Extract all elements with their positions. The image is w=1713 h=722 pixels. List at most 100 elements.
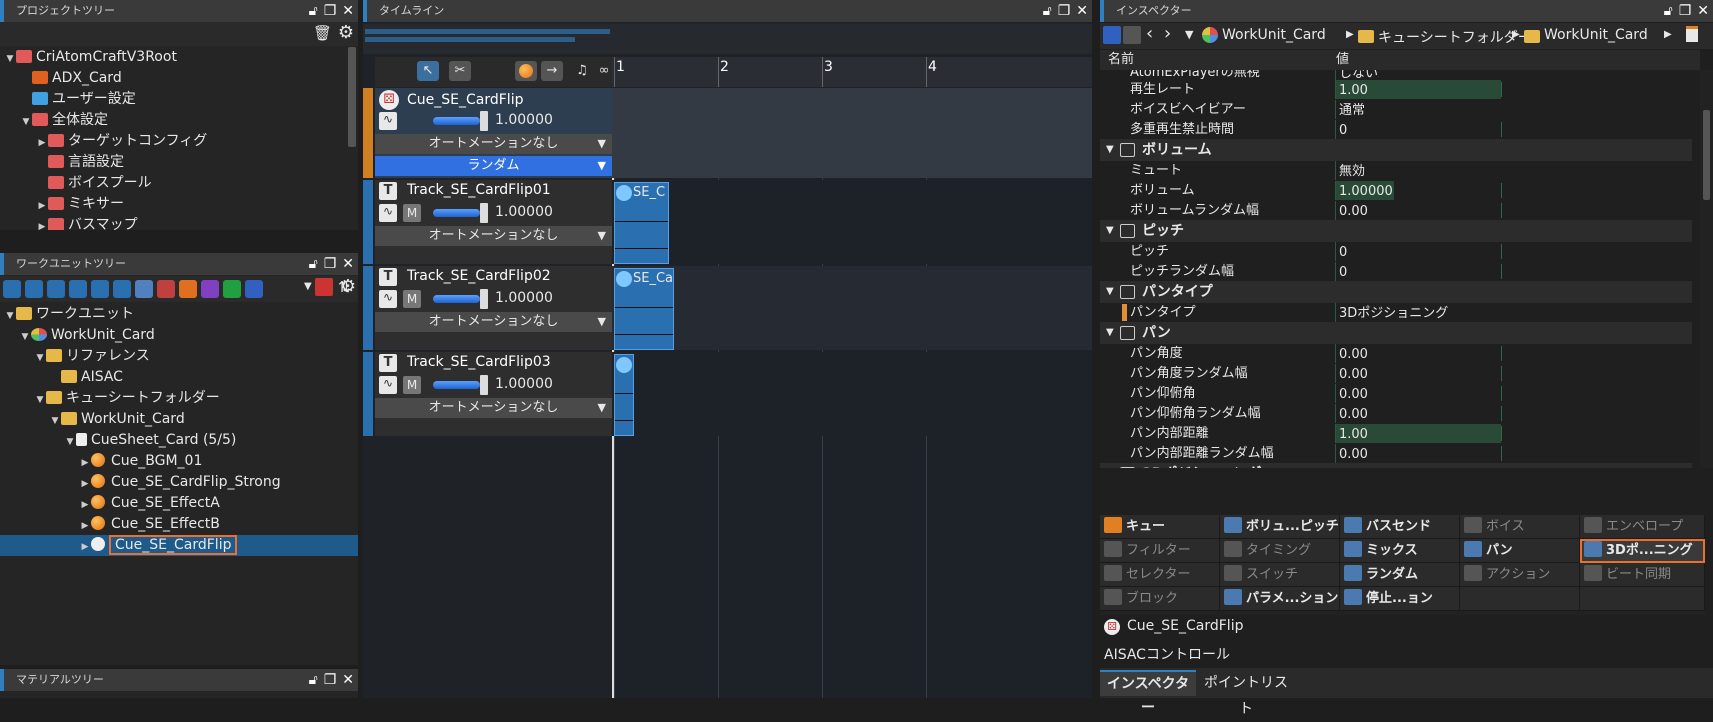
waveform-clip[interactable]: SE_Ca: [614, 268, 674, 350]
split-tool-icon[interactable]: ✂: [449, 61, 471, 81]
property-row[interactable]: ピッチランダム幅 0: [1100, 261, 1692, 282]
tree-item[interactable]: ▶ Cue_SE_EffectA: [0, 493, 358, 514]
expand-toggle-icon[interactable]: ▼: [20, 112, 32, 133]
property-row[interactable]: パン仰俯角ランダム幅 0.00: [1100, 403, 1692, 424]
property-row[interactable]: ボリュームランダム幅 0.00: [1100, 200, 1692, 221]
gear-icon[interactable]: ⚙︎: [338, 22, 354, 43]
property-row[interactable]: ミュート 無効: [1100, 160, 1692, 181]
gear-icon[interactable]: ⚙︎: [340, 276, 356, 297]
volume-slider[interactable]: [433, 381, 480, 389]
section-header[interactable]: ▼ ピッチ: [1100, 220, 1692, 242]
inspector-scrollbar[interactable]: [1700, 70, 1713, 468]
property-value[interactable]: 1.00: [1335, 424, 1530, 443]
toolbar-tool-icon[interactable]: [47, 280, 65, 298]
property-row[interactable]: ピッチ 0: [1100, 241, 1692, 262]
arrow-right-icon[interactable]: →: [541, 61, 563, 81]
section-header[interactable]: ▼ ボリューム: [1100, 139, 1692, 161]
pin-icon[interactable]: 🔓︎: [309, 672, 318, 688]
tree-item[interactable]: ▶ ミキサー: [0, 194, 344, 215]
waveform-icon[interactable]: ∿: [379, 290, 397, 308]
category-button[interactable]: パン: [1460, 539, 1580, 563]
category-button[interactable]: アクション: [1460, 563, 1580, 587]
volume-slider-knob[interactable]: [480, 111, 488, 131]
category-button[interactable]: 3Dポ...ニング: [1580, 539, 1705, 563]
float-icon[interactable]: ❐: [324, 672, 337, 688]
property-value[interactable]: 0.00: [1335, 364, 1530, 383]
property-value[interactable]: 0.00: [1335, 344, 1530, 363]
tree-item[interactable]: ▼ CriAtomCraftV3Root: [0, 47, 344, 68]
scrollbar[interactable]: [348, 47, 356, 147]
waveform-clip[interactable]: SE_C: [614, 182, 669, 264]
expand-toggle-icon[interactable]: ▶: [36, 217, 48, 230]
expand-toggle-icon[interactable]: ▶: [36, 133, 48, 154]
tree-item[interactable]: AISAC: [0, 367, 358, 388]
cue-header[interactable]: ⚄ Cue_SE_CardFlip ∿ 1.00000 オートメーションなし ▼ …: [375, 88, 612, 178]
volume-slider-knob[interactable]: [480, 203, 488, 223]
pin-icon[interactable]: 🔓︎: [1664, 3, 1673, 19]
property-row[interactable]: 多重再生禁止時間 0: [1100, 119, 1692, 140]
waveform-icon[interactable]: ∿: [379, 112, 397, 130]
expand-toggle-icon[interactable]: ▼: [34, 390, 46, 411]
tree-item[interactable]: ▶ Cue_SE_CardFlip_Strong: [0, 472, 358, 493]
expand-toggle-icon[interactable]: ▼: [19, 327, 31, 348]
toolbar-tool-icon[interactable]: [157, 280, 175, 298]
toolbar-tool-icon[interactable]: [91, 280, 109, 298]
tree-item[interactable]: ▶ Cue_BGM_01: [0, 451, 358, 472]
close-icon[interactable]: ✕: [1076, 3, 1088, 19]
overview-bar[interactable]: [363, 24, 1092, 54]
tree-item[interactable]: ▼ 全体設定: [0, 110, 344, 131]
category-button[interactable]: ビート同期: [1580, 563, 1705, 587]
expand-toggle-icon[interactable]: ▼: [49, 411, 61, 432]
volume-slider[interactable]: [433, 209, 480, 217]
waveform-icon[interactable]: ∿: [379, 376, 397, 394]
volume-slider[interactable]: [433, 295, 480, 303]
property-row[interactable]: パンタイプ 3Dポジショニング: [1100, 302, 1692, 323]
cue-type-dropdown[interactable]: ランダム ▼: [375, 156, 612, 176]
close-icon[interactable]: ✕: [342, 256, 354, 272]
category-button[interactable]: ブロック: [1100, 587, 1220, 611]
mute-button[interactable]: M: [403, 204, 421, 222]
tree-item[interactable]: ▼ CueSheet_Card (5/5): [0, 430, 358, 451]
property-value[interactable]: 0: [1335, 242, 1530, 261]
automation-dropdown[interactable]: オートメーションなし ▼: [375, 134, 612, 154]
close-icon[interactable]: ✕: [342, 672, 354, 688]
mute-button[interactable]: M: [403, 290, 421, 308]
automation-dropdown[interactable]: オートメーションなし ▼: [375, 226, 612, 246]
expand-toggle-icon[interactable]: ▶: [79, 453, 91, 474]
property-value[interactable]: 通常: [1335, 100, 1530, 119]
tree-item[interactable]: ユーザー設定: [0, 89, 344, 110]
property-row[interactable]: ボイスビヘイビアー 通常: [1100, 99, 1692, 120]
float-icon[interactable]: ❐: [1058, 3, 1071, 19]
mute-button[interactable]: M: [403, 376, 421, 394]
category-button[interactable]: セレクター: [1100, 563, 1220, 587]
section-header[interactable]: ▼3Dポジショニング: [1100, 463, 1692, 468]
trash-icon[interactable]: 🗑︎: [313, 24, 332, 42]
tree-item[interactable]: ボイスプール: [0, 173, 344, 194]
breadcrumb-2[interactable]: WorkUnit_Card: [1544, 27, 1648, 43]
pin-icon[interactable]: 🔓︎: [1043, 3, 1052, 19]
category-button[interactable]: ボリュ...ピッチ: [1220, 515, 1340, 539]
music-note-icon[interactable]: ♫: [571, 61, 593, 81]
float-icon[interactable]: ❐: [1679, 3, 1692, 19]
property-row[interactable]: パン角度ランダム幅 0.00: [1100, 363, 1692, 384]
tree-item[interactable]: ADX_Card: [0, 68, 344, 89]
toolbar-tool-icon[interactable]: [69, 280, 87, 298]
property-value[interactable]: 0.00: [1335, 404, 1530, 423]
waveform-clip[interactable]: [614, 354, 634, 436]
property-row[interactable]: パン内部距離 1.00: [1100, 423, 1692, 444]
pin-icon[interactable]: 🔓︎: [309, 3, 318, 19]
ruler[interactable]: 1 2 3 4: [612, 57, 1092, 87]
forward-icon[interactable]: ›: [1164, 23, 1171, 44]
category-button[interactable]: フィルター: [1100, 539, 1220, 563]
tab-point-list[interactable]: ポイントリスト: [1198, 670, 1294, 717]
toolbar-tool-icon[interactable]: [25, 280, 43, 298]
toolbar-tool-icon[interactable]: [179, 280, 197, 298]
tree-item[interactable]: ▼ WorkUnit_Card: [0, 325, 358, 346]
property-row[interactable]: ボリューム 1.00000: [1100, 180, 1692, 201]
select-tool-icon[interactable]: ↖: [417, 61, 439, 81]
expand-toggle-icon[interactable]: ▶: [79, 495, 91, 516]
pin-icon[interactable]: 🔓︎: [309, 256, 318, 272]
tree-item[interactable]: ▶ ターゲットコンフィグ: [0, 131, 344, 152]
property-row[interactable]: パン仰俯角 0.00: [1100, 383, 1692, 404]
category-button[interactable]: [1580, 587, 1705, 611]
